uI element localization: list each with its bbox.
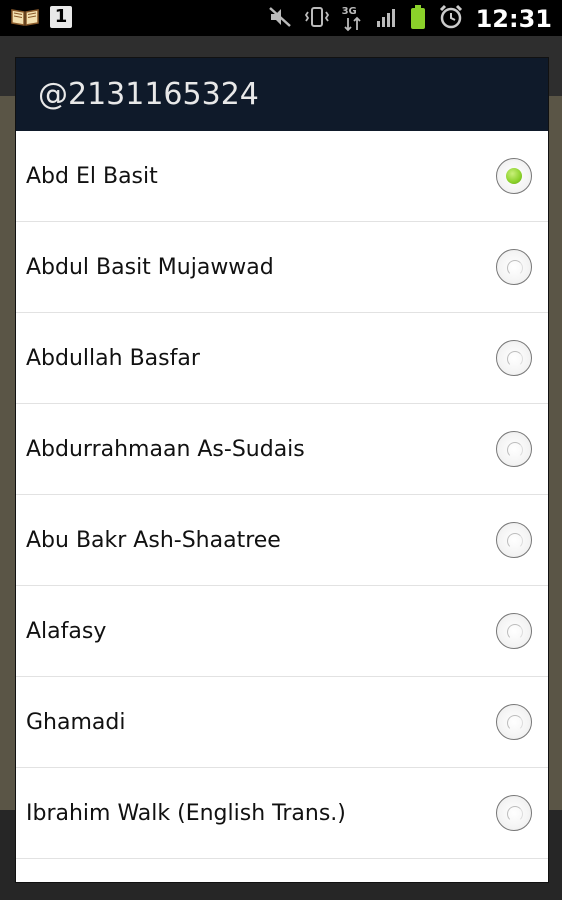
signal-icon: [376, 6, 398, 32]
list-item[interactable]: Abd El Basit: [16, 131, 548, 222]
book-icon: [10, 7, 40, 27]
reciter-list: Abd El Basit Abdul Basit Mujawwad Abdull…: [16, 131, 548, 882]
list-item-label: Abu Bakr Ash-Shaatree: [26, 527, 281, 553]
list-item-label: Abdurrahmaan As-Sudais: [26, 436, 305, 462]
list-item-label: Abdullah Basfar: [26, 345, 200, 371]
radio-selected-icon[interactable]: [496, 158, 532, 194]
dialog-title: @2131165324: [16, 58, 548, 131]
radio-unselected-icon[interactable]: [496, 522, 532, 558]
list-item-label: Ibrahim Walk (English Trans.): [26, 800, 346, 826]
battery-icon: [410, 4, 426, 34]
list-item[interactable]: Ghamadi: [16, 677, 548, 768]
radio-unselected-icon[interactable]: [496, 249, 532, 285]
list-item[interactable]: Ibrahim Walk (English Trans.): [16, 768, 548, 859]
list-item-label: Abdul Basit Mujawwad: [26, 254, 274, 280]
list-item[interactable]: Alafasy: [16, 586, 548, 677]
status-time: 12:31: [475, 5, 552, 33]
alarm-icon: [438, 4, 464, 34]
mute-icon: [268, 6, 292, 32]
radio-unselected-icon[interactable]: [496, 704, 532, 740]
list-item[interactable]: Abdurrahmaan As-Sudais: [16, 404, 548, 495]
radio-unselected-icon[interactable]: [496, 431, 532, 467]
list-item[interactable]: Abdullah Basfar: [16, 313, 548, 404]
vibrate-icon: [304, 6, 330, 32]
list-item-label: Abd El Basit: [26, 163, 158, 189]
reciter-select-dialog: @2131165324 Abd El Basit Abdul Basit Muj…: [16, 58, 548, 882]
radio-unselected-icon[interactable]: [496, 795, 532, 831]
notification-one-icon: 1: [50, 6, 72, 28]
status-bar: 1 3G 12:31: [0, 0, 562, 36]
list-item-label: Alafasy: [26, 618, 107, 644]
radio-unselected-icon[interactable]: [496, 613, 532, 649]
list-item-label: Ghamadi: [26, 709, 126, 735]
data-3g-icon: 3G: [342, 6, 364, 32]
list-item[interactable]: Abu Bakr Ash-Shaatree: [16, 495, 548, 586]
list-item[interactable]: Abdul Basit Mujawwad: [16, 222, 548, 313]
list-item-partial[interactable]: [16, 859, 548, 882]
radio-unselected-icon[interactable]: [496, 340, 532, 376]
